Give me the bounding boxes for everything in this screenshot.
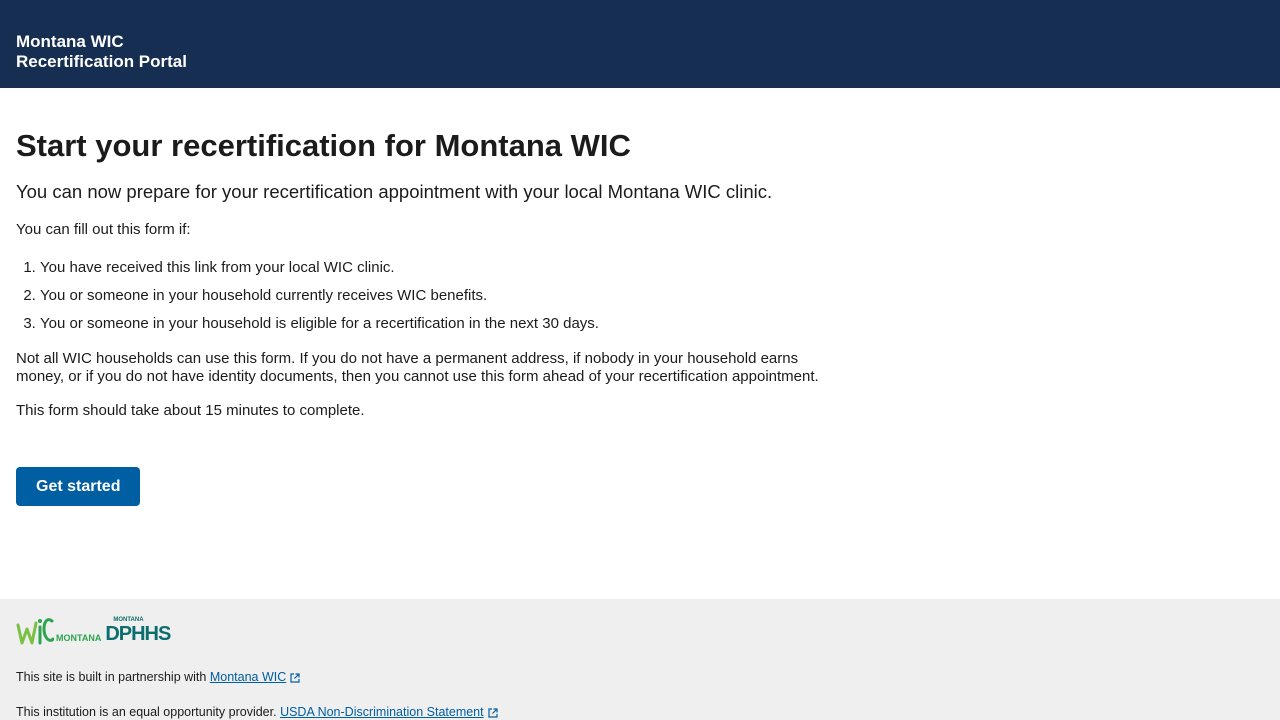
equal-opportunity-text: This institution is an equal opportunity… (16, 705, 277, 719)
site-title-line1: Montana WIC (16, 32, 124, 51)
equal-opportunity-line: This institution is an equal opportunity… (16, 704, 1264, 720)
notice-text: Not all WIC households can use this form… (16, 350, 819, 385)
wic-logo-text: MONTANA (56, 633, 102, 643)
page-title: Start your recertification for Montana W… (16, 128, 631, 163)
site-title-line2: Recertification Portal (16, 52, 187, 71)
wic-logo: MONTANA (16, 613, 103, 647)
duration-text: This form should take about 15 minutes t… (16, 402, 365, 419)
lead-text: You can now prepare for your recertifica… (16, 181, 773, 202)
external-link-icon (488, 708, 498, 718)
main-content: Start your recertification for Montana W… (0, 126, 1280, 506)
usda-statement-link-label: USDA Non-Discrimination Statement (280, 705, 484, 719)
partnership-text: This site is built in partnership with (16, 670, 207, 684)
site-title[interactable]: Montana WIC Recertification Portal (16, 32, 1264, 72)
requirement-item: You or someone in your household current… (40, 284, 600, 308)
requirements-list: You have received this link from your lo… (16, 256, 600, 336)
requirement-item: You or someone in your household is elig… (40, 312, 600, 336)
montana-wic-link-label: Montana WIC (209, 670, 287, 684)
intro-text: You can fill out this form if: (16, 221, 191, 238)
montana-wic-link[interactable]: Montana WIC (210, 670, 300, 684)
site-footer: MONTANA MONTANA DPHHS This site is built… (0, 599, 1280, 720)
usda-statement-link[interactable]: USDA Non-Discrimination Statement (280, 705, 498, 719)
wic-logo-icon (16, 618, 54, 645)
footer-logos: MONTANA MONTANA DPHHS (16, 613, 1264, 647)
dphhs-logo: MONTANA DPHHS (105, 617, 171, 645)
partnership-line: This site is built in partnership with M… (16, 669, 1264, 685)
dphhs-logo-text: DPHHS (105, 622, 171, 645)
external-link-icon (290, 673, 300, 683)
requirement-item: You have received this link from your lo… (40, 256, 600, 280)
site-header: Montana WIC Recertification Portal (0, 0, 1280, 88)
get-started-button[interactable]: Get started (16, 467, 141, 506)
